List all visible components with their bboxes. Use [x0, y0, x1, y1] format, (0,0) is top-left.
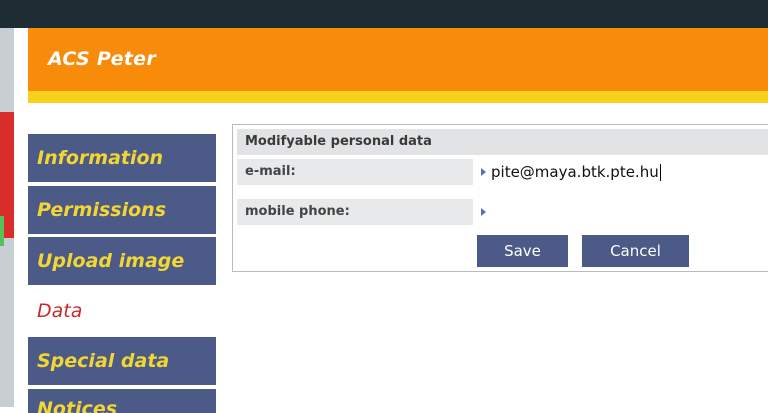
app-title: ACS Peter	[48, 48, 157, 70]
mobile-phone-label: mobile phone:	[237, 199, 473, 225]
email-label: e-mail:	[237, 159, 473, 185]
sidebar-item-permissions[interactable]: Permissions	[28, 186, 216, 234]
sidebar-item-information[interactable]: Information	[28, 134, 216, 182]
left-edge-strip	[0, 28, 14, 407]
left-edge-green-accent	[0, 216, 4, 246]
header-accent-bar	[28, 91, 768, 103]
top-bar	[0, 0, 768, 28]
form-heading: Modifyable personal data	[237, 129, 768, 155]
app-header: ACS Peter	[28, 28, 768, 91]
field-marker-icon	[481, 208, 486, 216]
personal-data-form: Modifyable personal data e-mail: pite@ma…	[232, 124, 768, 272]
sidebar-item-special-data[interactable]: Special data	[28, 337, 216, 385]
field-marker-icon	[481, 168, 486, 176]
sidebar-item-upload-image[interactable]: Upload image	[28, 237, 216, 285]
email-value: pite@maya.btk.pte.hu	[491, 163, 659, 181]
cancel-button[interactable]: Cancel	[582, 235, 689, 267]
mobile-phone-field[interactable]	[477, 199, 768, 225]
sidebar-item-data[interactable]: Data	[28, 287, 216, 335]
sidebar-item-notices[interactable]: Notices	[28, 389, 216, 413]
sidebar: Information Permissions Upload image Dat…	[28, 103, 216, 413]
save-button[interactable]: Save	[477, 235, 568, 267]
email-field[interactable]: pite@maya.btk.pte.hu	[477, 159, 768, 185]
text-cursor	[659, 164, 661, 181]
